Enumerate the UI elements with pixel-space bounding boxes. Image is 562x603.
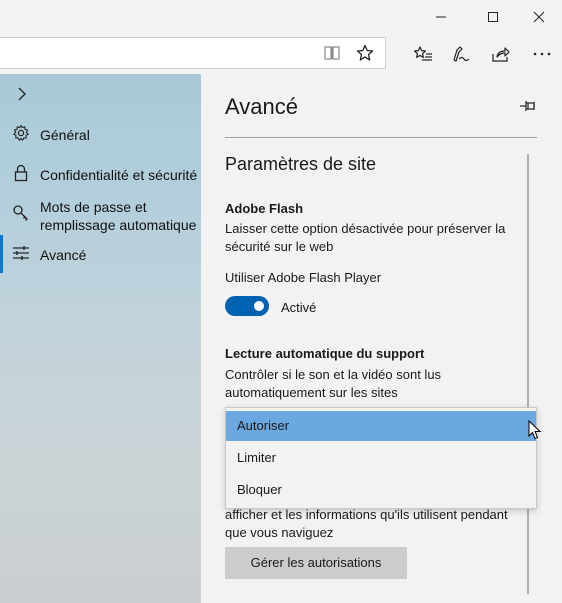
minimize-icon <box>436 16 446 18</box>
close-icon <box>533 11 545 23</box>
reading-view-button[interactable] <box>316 37 348 69</box>
sidebar-item-label-line2: remplissage automatique <box>40 217 197 233</box>
favorites-hub-button[interactable] <box>407 34 439 74</box>
close-button[interactable] <box>516 0 562 34</box>
sidebar-item-privacy[interactable]: Confidentialité et sécurité <box>0 164 201 186</box>
section-title: Paramètres de site <box>225 154 377 174</box>
lock-icon <box>12 164 30 182</box>
flash-description-line2: sécurité sur le web <box>225 239 334 254</box>
sidebar-item-passwords[interactable]: Mots de passe et remplissage automatique <box>0 196 201 236</box>
settings-panel: Avancé Paramètres de site Adobe Flash La… <box>201 74 562 603</box>
sidebar-item-label-line1: Mots de passe et <box>40 199 147 215</box>
sidebar-item-advanced[interactable]: Avancé <box>0 244 201 266</box>
pin-icon <box>520 101 535 111</box>
sidebar-item-label: Général <box>40 127 90 143</box>
autoplay-description-line1: Contrôler si le son et la vidéo sont lus <box>225 367 442 382</box>
dropdown-option-block[interactable]: Bloquer <box>226 475 536 505</box>
sliders-icon <box>12 244 30 262</box>
permissions-description-line2: que vous naviguez <box>225 525 334 540</box>
page-title: Avancé <box>225 94 298 119</box>
favorites-list-icon <box>413 46 432 61</box>
maximize-icon <box>488 12 498 22</box>
manage-permissions-button[interactable]: Gérer les autorisations <box>225 547 407 579</box>
ellipsis-icon <box>533 52 551 56</box>
autoplay-description-line2: automatiquement sur les sites <box>225 385 398 400</box>
dropdown-option-limit[interactable]: Limiter <box>226 443 536 473</box>
more-button[interactable] <box>526 34 558 74</box>
star-icon <box>356 44 374 61</box>
sidebar-item-general[interactable]: Général <box>0 124 201 146</box>
gear-icon <box>12 124 30 142</box>
minimize-button[interactable] <box>418 0 464 34</box>
book-icon <box>324 46 340 60</box>
flash-heading: Adobe Flash <box>225 201 304 216</box>
flash-toggle[interactable] <box>225 296 269 316</box>
share-button[interactable] <box>485 34 517 74</box>
web-notes-button[interactable] <box>445 34 477 74</box>
dropdown-option-allow[interactable]: Autoriser <box>226 411 536 441</box>
sidebar-item-label: Avancé <box>40 247 87 263</box>
expand-sidebar-button[interactable] <box>12 84 32 104</box>
flash-setting-label: Utiliser Adobe Flash Player <box>225 270 382 285</box>
add-favorite-button[interactable] <box>349 37 381 69</box>
browser-toolbar <box>0 34 562 74</box>
scrollbar[interactable] <box>527 154 529 594</box>
pin-button[interactable] <box>519 98 539 114</box>
share-icon <box>492 47 510 62</box>
title-divider <box>225 137 537 138</box>
sidebar-item-label: Confidentialité et sécurité <box>40 167 198 183</box>
mouse-cursor-icon <box>528 420 542 440</box>
autoplay-heading: Lecture automatique du support <box>225 346 425 361</box>
toggle-knob <box>254 301 264 311</box>
flash-toggle-state: Activé <box>281 300 317 315</box>
pen-icon <box>453 46 470 62</box>
settings-sidebar: Général Confidentialité et sécurité Mots… <box>0 74 201 603</box>
flash-description-line1: Laisser cette option désactivée pour pré… <box>225 221 506 236</box>
autoplay-dropdown[interactable]: Autoriser Limiter Bloquer <box>225 407 542 509</box>
chevron-right-icon <box>18 87 26 101</box>
key-icon <box>12 204 30 222</box>
title-bar <box>0 0 562 34</box>
maximize-button[interactable] <box>470 0 516 34</box>
